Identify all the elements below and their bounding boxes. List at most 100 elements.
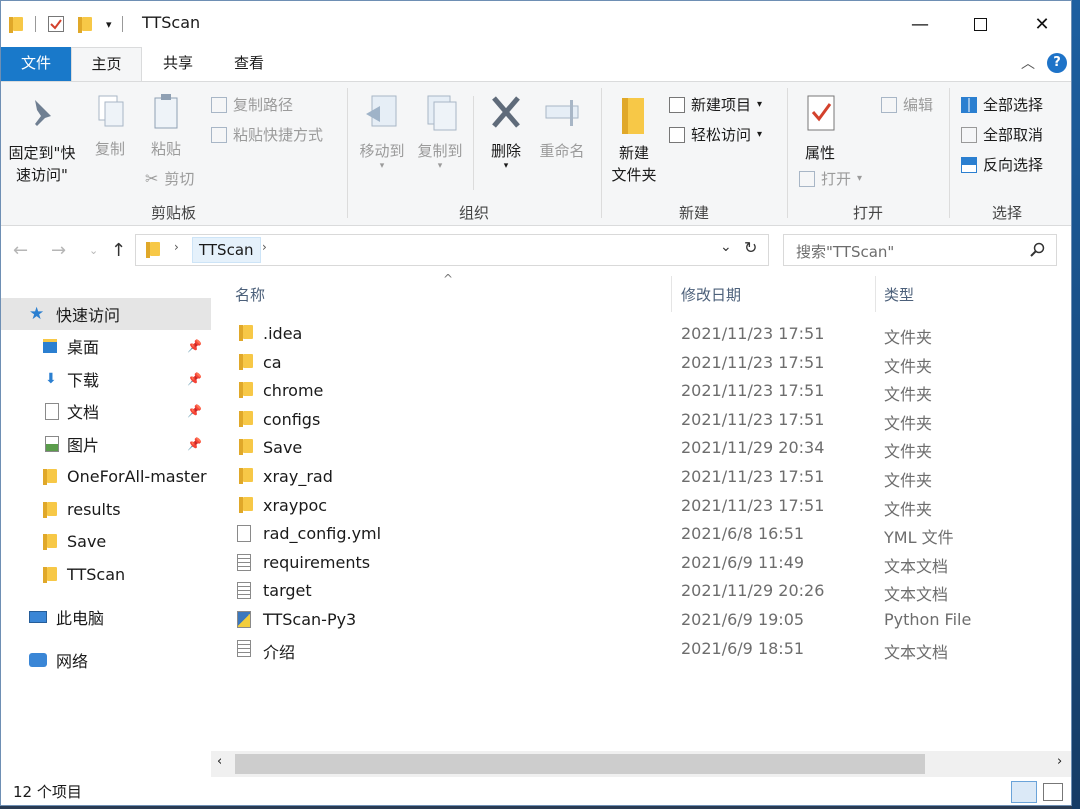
file-row[interactable]: chrome 2021/11/23 17:51 文件夹: [211, 377, 1071, 405]
minimize-button[interactable]: —: [889, 1, 951, 47]
scroll-left-icon[interactable]: ‹: [217, 754, 222, 769]
pinned-icon[interactable]: 📌: [187, 372, 202, 386]
large-icons-view-icon[interactable]: [1043, 783, 1063, 801]
address-dropdown-chevron-icon[interactable]: ⌄: [720, 239, 732, 255]
file-name: rad_config.yml: [263, 524, 382, 544]
horizontal-scrollbar[interactable]: ‹ ›: [211, 751, 1071, 777]
tab-share[interactable]: 共享: [146, 47, 210, 81]
select-none-button[interactable]: 全部取消: [961, 124, 1043, 145]
nav-item-results[interactable]: results: [1, 493, 211, 525]
folder-icon: [146, 242, 160, 258]
file-row[interactable]: 介绍 2021/6/9 18:51 文本文档: [211, 635, 1071, 663]
file-row[interactable]: xraypoc 2021/11/23 17:51 文件夹: [211, 492, 1071, 520]
nav-network[interactable]: 网络: [1, 644, 211, 676]
file-type: 文件夹: [884, 499, 933, 519]
new-item-button[interactable]: 新建项目 ▾: [669, 94, 762, 115]
nav-this-pc[interactable]: 此电脑: [1, 601, 211, 633]
new-group-label: 新建: [678, 204, 709, 222]
nav-item-desktop[interactable]: 桌面 📌: [1, 330, 211, 362]
column-header-date[interactable]: 修改日期: [681, 284, 741, 305]
search-box[interactable]: 搜索"TTScan": [783, 234, 1057, 266]
navigation-bar: ← → ⌄ ↑ › TTScan › ⌄ ↻ 搜索"TTScan": [1, 226, 1071, 276]
nav-item-save[interactable]: Save: [1, 525, 211, 557]
group-separator: [949, 88, 950, 218]
column-separator[interactable]: [671, 276, 672, 312]
new-folder-qa-icon[interactable]: [78, 17, 92, 33]
rename-button[interactable]: 重命名: [533, 92, 591, 162]
nav-item-downloads[interactable]: ⬇ 下载 📌: [1, 363, 211, 395]
file-row[interactable]: .idea 2021/11/23 17:51 文件夹: [211, 320, 1071, 348]
close-button[interactable]: ✕: [1011, 1, 1071, 47]
maximize-button[interactable]: [949, 1, 1011, 47]
tab-file[interactable]: 文件: [1, 47, 71, 81]
scrollbar-thumb[interactable]: [235, 754, 925, 774]
file-row[interactable]: configs 2021/11/23 17:51 文件夹: [211, 406, 1071, 434]
paste-button[interactable]: 粘贴: [141, 92, 191, 160]
tab-home[interactable]: 主页: [71, 47, 142, 82]
scroll-right-icon[interactable]: ›: [1057, 754, 1062, 769]
file-row[interactable]: xray_rad 2021/11/23 17:51 文件夹: [211, 463, 1071, 491]
delete-label: 删除: [490, 142, 521, 160]
forward-arrow-icon[interactable]: →: [51, 240, 66, 261]
pinned-icon[interactable]: 📌: [187, 339, 202, 353]
cut-button[interactable]: ✂ 剪切: [145, 168, 194, 189]
open-dropdown-icon: ▾: [857, 173, 863, 184]
column-separator[interactable]: [875, 276, 876, 312]
file-row[interactable]: requirements 2021/6/9 11:49 文本文档: [211, 549, 1071, 577]
refresh-icon[interactable]: ↻: [744, 238, 757, 257]
group-separator: [347, 88, 348, 218]
copy-to-button[interactable]: 复制到 ▾: [411, 92, 469, 171]
properties-qa-icon[interactable]: [48, 16, 64, 32]
collapse-ribbon-icon[interactable]: ︿: [1021, 53, 1035, 73]
nav-item-pictures[interactable]: 图片 📌: [1, 428, 211, 460]
nav-quick-access[interactable]: ★ 快速访问: [1, 298, 211, 330]
customize-qa-chevron-icon[interactable]: ▾: [106, 18, 112, 31]
breadcrumb-ttscan[interactable]: TTScan: [192, 237, 261, 263]
file-date: 2021/6/9 19:05: [681, 610, 805, 629]
column-header-name[interactable]: 名称: [235, 284, 265, 305]
nav-item-oneforall[interactable]: OneForAll-master: [1, 460, 211, 492]
copy-button[interactable]: 复制: [87, 92, 133, 160]
select-all-button[interactable]: 全部选择: [961, 94, 1043, 115]
network-icon: [29, 653, 47, 667]
paste-shortcut-button[interactable]: 粘贴快捷方式: [211, 124, 323, 145]
delete-button[interactable]: 删除 ▾: [481, 92, 531, 171]
help-icon[interactable]: ?: [1047, 53, 1067, 73]
file-row[interactable]: rad_config.yml 2021/6/8 16:51 YML 文件: [211, 520, 1071, 548]
copy-path-button[interactable]: 复制路径: [211, 94, 293, 115]
file-date: 2021/11/23 17:51: [681, 467, 825, 486]
pinned-icon[interactable]: 📌: [187, 404, 202, 418]
details-view-icon[interactable]: [1011, 781, 1037, 803]
back-arrow-icon[interactable]: ←: [13, 240, 28, 261]
edit-button[interactable]: 编辑: [881, 94, 933, 115]
nav-item-ttscan[interactable]: TTScan: [1, 558, 211, 590]
file-row[interactable]: ca 2021/11/23 17:51 文件夹: [211, 349, 1071, 377]
file-row[interactable]: Save 2021/11/29 20:34 文件夹: [211, 434, 1071, 462]
invert-selection-button[interactable]: 反向选择: [961, 154, 1043, 175]
pin-icon: [35, 100, 51, 126]
breadcrumb-chevron-icon[interactable]: ›: [262, 240, 267, 254]
properties-button[interactable]: 属性: [795, 92, 845, 164]
file-row[interactable]: target 2021/11/29 20:26 文本文档: [211, 577, 1071, 605]
new-folder-button[interactable]: 新建 文件夹: [605, 92, 663, 186]
nav-item-documents[interactable]: 文档 📌: [1, 395, 211, 427]
column-header-type[interactable]: 类型: [884, 284, 914, 305]
breadcrumb-chevron-icon[interactable]: ›: [174, 240, 179, 254]
pin-quick-access-button[interactable]: 固定到"快 速访问": [3, 96, 81, 186]
move-to-label: 移动到: [359, 142, 405, 160]
open-button[interactable]: 打开 ▾: [799, 168, 862, 189]
tab-view[interactable]: 查看: [217, 47, 281, 81]
move-to-button[interactable]: 移动到 ▾: [353, 92, 411, 171]
address-bar[interactable]: › TTScan › ⌄ ↻: [135, 234, 769, 266]
recent-locations-chevron-icon[interactable]: ⌄: [89, 244, 98, 257]
up-arrow-icon[interactable]: ↑: [111, 240, 126, 261]
pinned-icon[interactable]: 📌: [187, 437, 202, 451]
folder-icon: [239, 496, 253, 513]
copy-to-dropdown-icon: ▾: [437, 161, 443, 171]
file-row[interactable]: TTScan-Py3 2021/6/9 19:05 Python File: [211, 606, 1071, 634]
easy-access-button[interactable]: 轻松访问 ▾: [669, 124, 762, 145]
select-group-label: 选择: [991, 204, 1022, 222]
nav-label: 快速访问: [56, 306, 121, 325]
folder-icon: [239, 325, 253, 341]
file-name: TTScan-Py3: [263, 610, 357, 629]
